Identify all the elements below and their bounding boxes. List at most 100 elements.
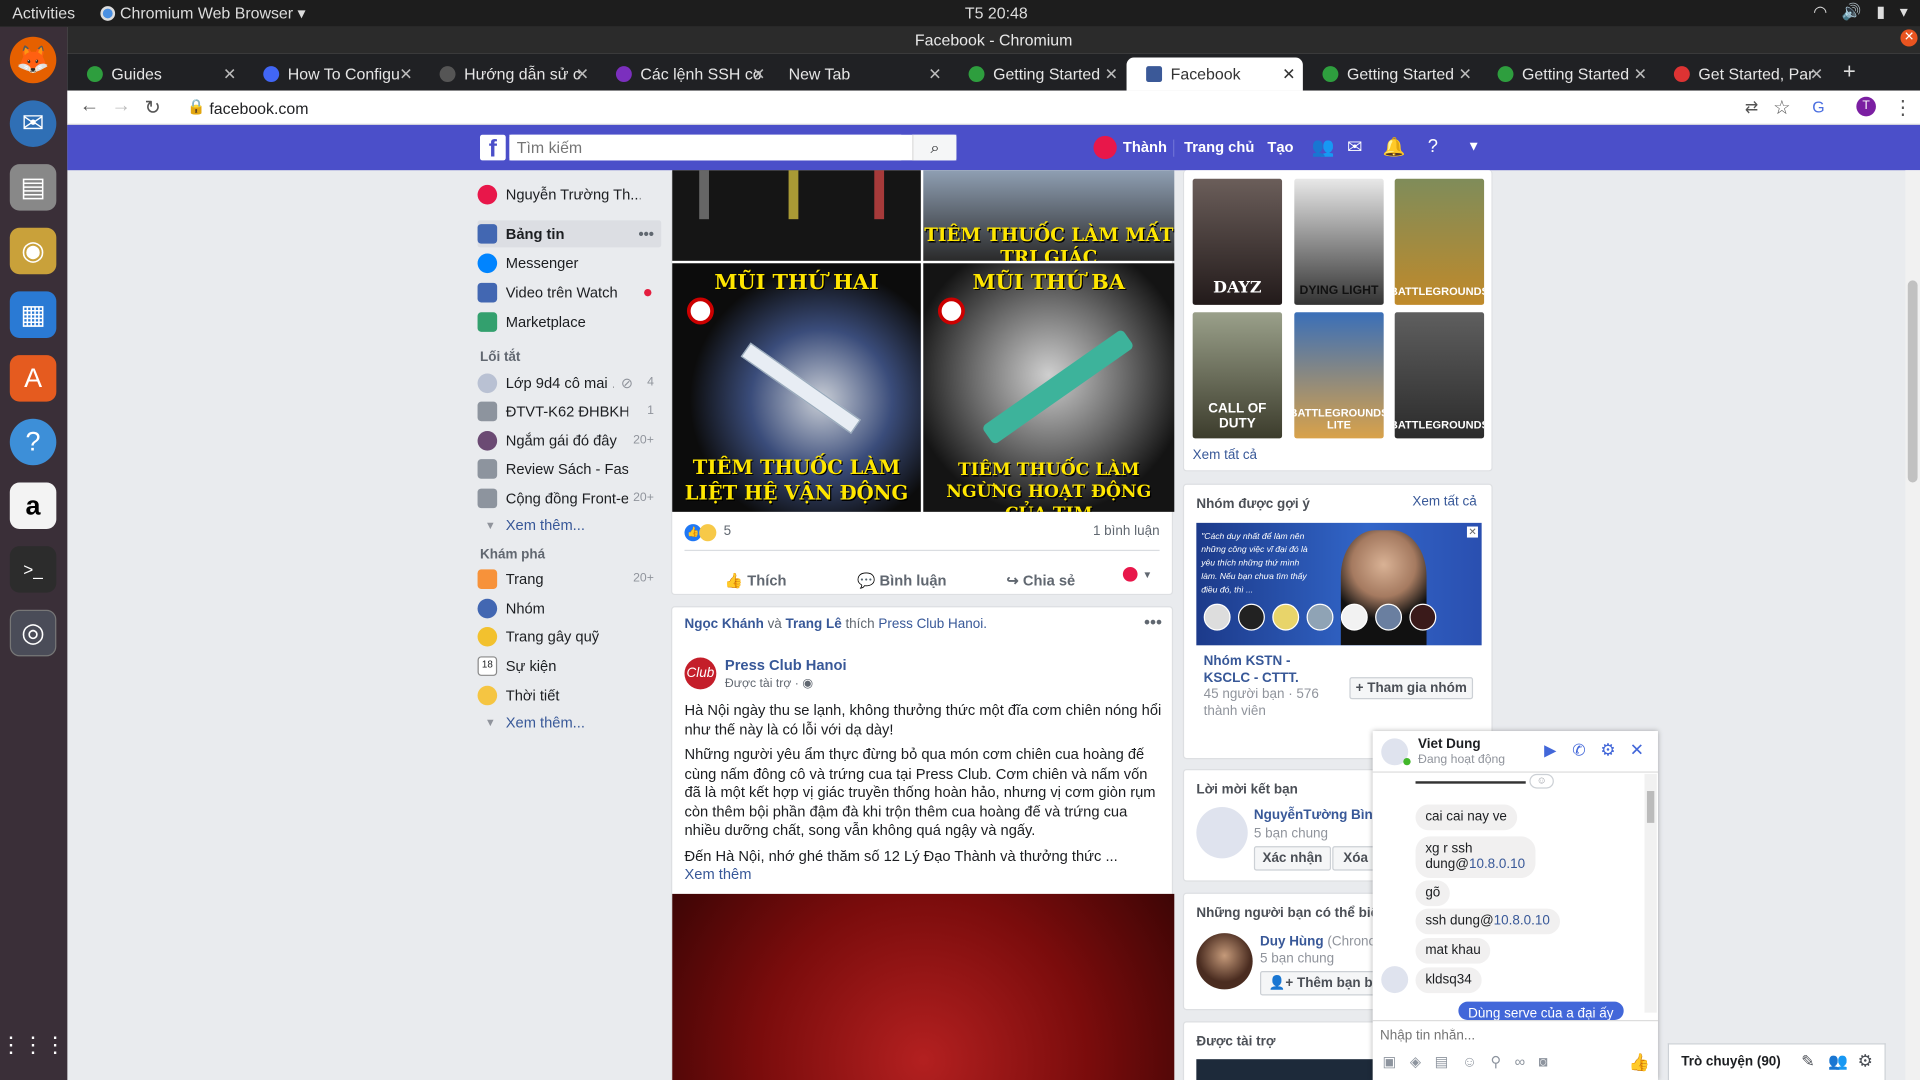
sidebar-item-weather[interactable]: Thời tiết — [477, 682, 662, 709]
close-icon[interactable]: ✕ — [1466, 526, 1478, 538]
tab-huong-dan[interactable]: Hướng dẫn sử c ✕ — [420, 58, 596, 91]
tab-close-icon[interactable]: ✕ — [1458, 58, 1471, 91]
tab-getting-started[interactable]: Getting Started ✕ — [1303, 58, 1479, 91]
search-icon[interactable]: ⌕ — [912, 134, 957, 161]
close-chat-icon[interactable]: ✕ — [1630, 740, 1644, 761]
account-menu-icon[interactable]: ▼ — [1467, 140, 1480, 155]
post-image[interactable]: MŨI THỨ BA TIÊM THUỐC LÀM NGỪNG HOẠT ĐỘN… — [923, 263, 1175, 512]
clock[interactable]: T5 20:48 — [965, 4, 1028, 22]
person-avatar[interactable] — [1196, 933, 1253, 990]
search-input[interactable] — [509, 134, 902, 161]
forward-icon[interactable]: → — [111, 96, 131, 118]
sidebar-item-shortcut[interactable]: Cộng đồng Front-e... 20+ — [477, 485, 662, 512]
gif-icon[interactable]: ▤ — [1435, 1053, 1449, 1070]
bookmark-star-icon[interactable]: ☆ — [1773, 96, 1791, 120]
share-button[interactable]: ↪ Chia sẻ — [1007, 572, 1076, 589]
game-tile[interactable]: DAYZ — [1192, 178, 1283, 305]
settings-gear-icon[interactable]: ⚙ — [1600, 740, 1615, 761]
attachment-icon[interactable]: ⚲ — [1490, 1053, 1501, 1070]
translate-icon[interactable]: ⇄ — [1745, 98, 1758, 118]
game-tile[interactable]: BATTLEGROUNDS — [1394, 312, 1485, 439]
tab-close-icon[interactable]: ✕ — [1810, 58, 1823, 91]
sidebar-item-shortcut[interactable]: Ngắm gái đó đây 20+ — [477, 427, 662, 454]
group-name[interactable]: Nhóm KSTN - KSCLC - CTTT. — [1204, 653, 1339, 687]
address-bar[interactable]: facebook.com — [209, 99, 308, 117]
writer-icon[interactable]: ▦ — [9, 291, 57, 338]
post-image[interactable] — [672, 893, 1175, 1080]
video-call-icon[interactable]: ▶ — [1544, 741, 1556, 761]
facebook-logo[interactable]: f — [480, 134, 506, 163]
system-tray[interactable]: ◠ 🔊 ▮ ▾ — [1813, 2, 1908, 22]
firefox-icon[interactable]: 🦊 — [9, 36, 57, 84]
tab-getting-started[interactable]: Getting Started ✕ — [949, 58, 1125, 91]
add-friend-button[interactable]: 👤+ Thêm bạn bè — [1260, 971, 1389, 996]
profile-avatar-icon[interactable]: T — [1856, 96, 1876, 117]
help-icon[interactable]: ? — [1428, 136, 1438, 157]
create-link[interactable]: Tạo — [1267, 138, 1293, 155]
post-as-avatar[interactable] — [1122, 566, 1138, 582]
sidebar-item-watch[interactable]: Video trên Watch — [477, 279, 662, 306]
message-link[interactable]: 10.8.0.10 — [1494, 913, 1550, 928]
lock-icon[interactable]: 🔒 — [187, 98, 205, 115]
notifications-icon[interactable]: 🔔 — [1382, 136, 1405, 158]
explore-see-more[interactable]: ▼ Xem thêm... — [478, 709, 662, 736]
compose-icon[interactable]: ✎ — [1801, 1052, 1814, 1072]
group-cover[interactable]: "Cách duy nhất để làm nên những công việ… — [1196, 522, 1482, 646]
link-icon[interactable]: ∞ — [1515, 1053, 1525, 1070]
more-options-icon[interactable]: ••• — [638, 220, 653, 247]
sad-reaction-icon[interactable] — [699, 524, 717, 542]
rhythmbox-icon[interactable]: ◉ — [9, 227, 57, 275]
sidebar-item-shortcut[interactable]: Lớp 9d4 cô mai ... ⊘ 4 — [477, 370, 662, 397]
requester-avatar[interactable] — [1196, 806, 1248, 859]
tab-close-icon[interactable]: ✕ — [576, 58, 589, 91]
sidebar-item-marketplace[interactable]: Marketplace — [477, 309, 662, 336]
confirm-button[interactable]: Xác nhận — [1253, 846, 1331, 871]
friend-link[interactable]: Trang Lê — [786, 617, 842, 632]
react-icon[interactable]: ☺ — [1529, 773, 1554, 789]
page-name[interactable]: Press Club Hanoi — [725, 656, 847, 673]
tab-getting-started[interactable]: Getting Started ✕ — [1478, 58, 1654, 91]
chat-name[interactable]: Viet Dung — [1418, 737, 1481, 752]
post-image[interactable] — [672, 170, 921, 261]
reload-icon[interactable]: ↻ — [144, 96, 160, 120]
post-image[interactable]: TIÊM THUỐC LÀM MẤT TRI GIÁC — [923, 170, 1175, 261]
terminal-icon[interactable]: >_ — [9, 546, 57, 593]
back-icon[interactable]: ← — [80, 96, 100, 118]
sticker-icon[interactable]: ◈ — [1410, 1053, 1421, 1070]
post-image[interactable]: MŨI THỨ HAI TIÊM THUỐC LÀM LIỆT HỆ VẬN Đ… — [672, 263, 921, 512]
reaction-count[interactable]: 5 — [724, 524, 732, 539]
message-link[interactable]: 10.8.0.10 — [1469, 857, 1525, 872]
see-all-groups-link[interactable]: Xem tất cả — [1412, 495, 1476, 510]
friends-icon[interactable]: 👥 — [1311, 136, 1334, 158]
tab-close-icon[interactable]: ✕ — [223, 58, 236, 91]
message-input[interactable] — [1380, 1024, 1625, 1047]
chevron-down-icon[interactable]: ▼ — [1142, 569, 1152, 580]
menu-dots-icon[interactable]: ⋮ — [1893, 96, 1913, 120]
activities-button[interactable]: Activities — [12, 4, 75, 22]
tab-close-icon[interactable]: ✕ — [1282, 58, 1295, 91]
profile-link[interactable]: Thành — [1123, 138, 1167, 155]
post-options-icon[interactable]: ••• — [1144, 612, 1162, 632]
tab-close-icon[interactable]: ✕ — [1105, 58, 1118, 91]
chat-scrollbar[interactable] — [1644, 773, 1657, 1013]
sidebar-item-shortcut[interactable]: ĐTVT-K62 ĐHBKH... 1 — [477, 398, 662, 425]
amazon-icon[interactable]: a — [9, 482, 57, 529]
tab-ssh[interactable]: Các lệnh SSH co ✕ — [596, 58, 772, 91]
scrollbar-thumb[interactable] — [1907, 280, 1918, 483]
phone-icon[interactable]: ✆ — [1572, 741, 1585, 761]
comment-button[interactable]: 💬 Bình luận — [857, 572, 946, 589]
page-avatar[interactable]: Club — [684, 657, 717, 690]
chat-sidebar-tab[interactable]: Trò chuyện (90) ✎ 👥 ⚙ — [1667, 1043, 1886, 1080]
ad-image[interactable] — [1196, 1059, 1381, 1080]
image-icon[interactable]: ▣ — [1382, 1053, 1396, 1070]
tab-guides[interactable]: Guides ✕ — [67, 58, 243, 91]
close-window-icon[interactable]: ✕ — [1900, 29, 1918, 47]
see-all-games-link[interactable]: Xem tất cả — [1193, 448, 1257, 463]
join-group-button[interactable]: + Tham gia nhóm — [1349, 677, 1474, 700]
tab-facebook[interactable]: Facebook ✕ — [1126, 57, 1303, 91]
game-tile[interactable]: BATTLEGROUNDS LITE — [1294, 312, 1384, 439]
thumbs-up-send-icon[interactable]: 👍 — [1629, 1052, 1650, 1073]
profile-shortcut[interactable]: Nguyễn Trường Th... — [477, 181, 662, 208]
sidebar-item-groups[interactable]: Nhóm — [477, 595, 662, 622]
sidebar-item-fundraisers[interactable]: Trang gây quỹ — [477, 623, 662, 650]
